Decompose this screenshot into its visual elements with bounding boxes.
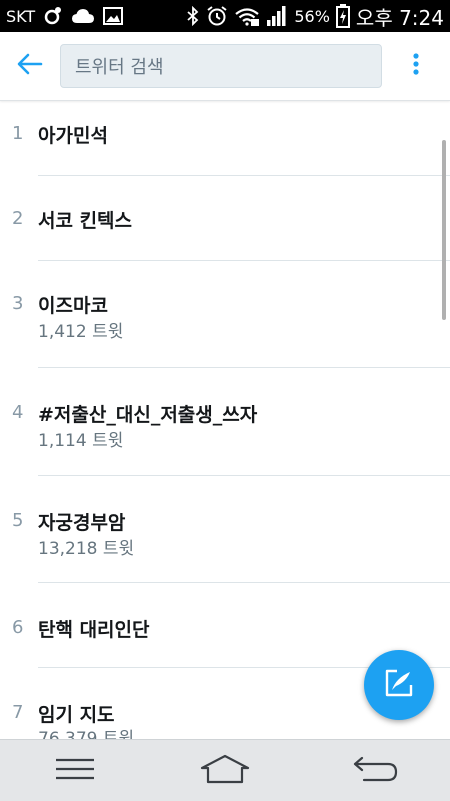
- trend-item[interactable]: 3 이즈마코 1,412 트윗: [0, 261, 450, 368]
- trend-term: 탄핵 대리인단: [38, 619, 150, 641]
- back-nav-icon: [352, 755, 398, 787]
- tweet-count: 76,379 트윗: [38, 729, 135, 739]
- clock: 오후 7:24: [355, 5, 444, 30]
- trend-item[interactable]: 2 서코 킨텍스: [0, 176, 450, 261]
- trend-rank: 3: [12, 293, 24, 314]
- battery-icon: [335, 4, 350, 28]
- scrollbar[interactable]: [442, 140, 446, 320]
- battery-percent: 56%: [294, 6, 330, 26]
- trend-term: 자궁경부암: [38, 512, 126, 534]
- status-bar: SKT 56% 오후 7:24: [0, 0, 450, 32]
- trend-rank: 5: [12, 510, 24, 531]
- search-input[interactable]: 트위터 검색: [60, 44, 382, 88]
- trend-term: 이즈마코: [38, 295, 108, 317]
- trend-item[interactable]: 5 자궁경부암 13,218 트윗: [0, 476, 450, 583]
- tweet-count: 1,114 트윗: [38, 431, 124, 451]
- system-nav-bar: [0, 739, 450, 801]
- trend-term: 임기 지도: [38, 704, 115, 726]
- trend-term: 서코 킨텍스: [38, 210, 133, 232]
- trend-rank: 7: [12, 702, 24, 723]
- wifi-icon: [234, 6, 260, 26]
- notification-icon: [43, 6, 63, 26]
- back-arrow-icon: [17, 53, 43, 79]
- trend-term: 아가민석: [38, 125, 108, 147]
- trend-rank: 1: [12, 123, 24, 144]
- home-button[interactable]: [165, 740, 285, 801]
- more-vertical-icon: [412, 52, 420, 80]
- menu-button[interactable]: [15, 740, 135, 801]
- tweet-count: 13,218 트윗: [38, 539, 135, 559]
- compose-quill-icon: [384, 668, 414, 702]
- bluetooth-icon: [186, 6, 200, 26]
- trend-rank: 4: [12, 402, 24, 423]
- trend-item[interactable]: 1 아가민석: [0, 101, 450, 176]
- trend-item[interactable]: 4 #저출산_대신_저출생_쓰자 1,114 트윗: [0, 368, 450, 476]
- back-nav-button[interactable]: [315, 740, 435, 801]
- search-placeholder: 트위터 검색: [75, 57, 164, 78]
- back-button[interactable]: [0, 32, 60, 100]
- alarm-icon: [206, 5, 228, 27]
- menu-icon: [55, 757, 95, 785]
- trend-term: #저출산_대신_저출생_쓰자: [38, 404, 258, 426]
- trends-list: 1 아가민석 2 서코 킨텍스 3 이즈마코 1,412 트윗 4 #저출산_대…: [0, 101, 450, 739]
- image-icon: [103, 6, 124, 26]
- carrier-label: SKT: [6, 6, 36, 26]
- compose-tweet-button[interactable]: [364, 650, 434, 720]
- search-toolbar: 트위터 검색: [0, 32, 450, 101]
- signal-icon: [266, 5, 288, 27]
- home-icon: [200, 754, 250, 788]
- overflow-menu-button[interactable]: [382, 32, 450, 100]
- trend-rank: 6: [12, 617, 24, 638]
- tweet-count: 1,412 트윗: [38, 322, 124, 342]
- trend-rank: 2: [12, 208, 24, 229]
- cloud-icon: [71, 7, 95, 25]
